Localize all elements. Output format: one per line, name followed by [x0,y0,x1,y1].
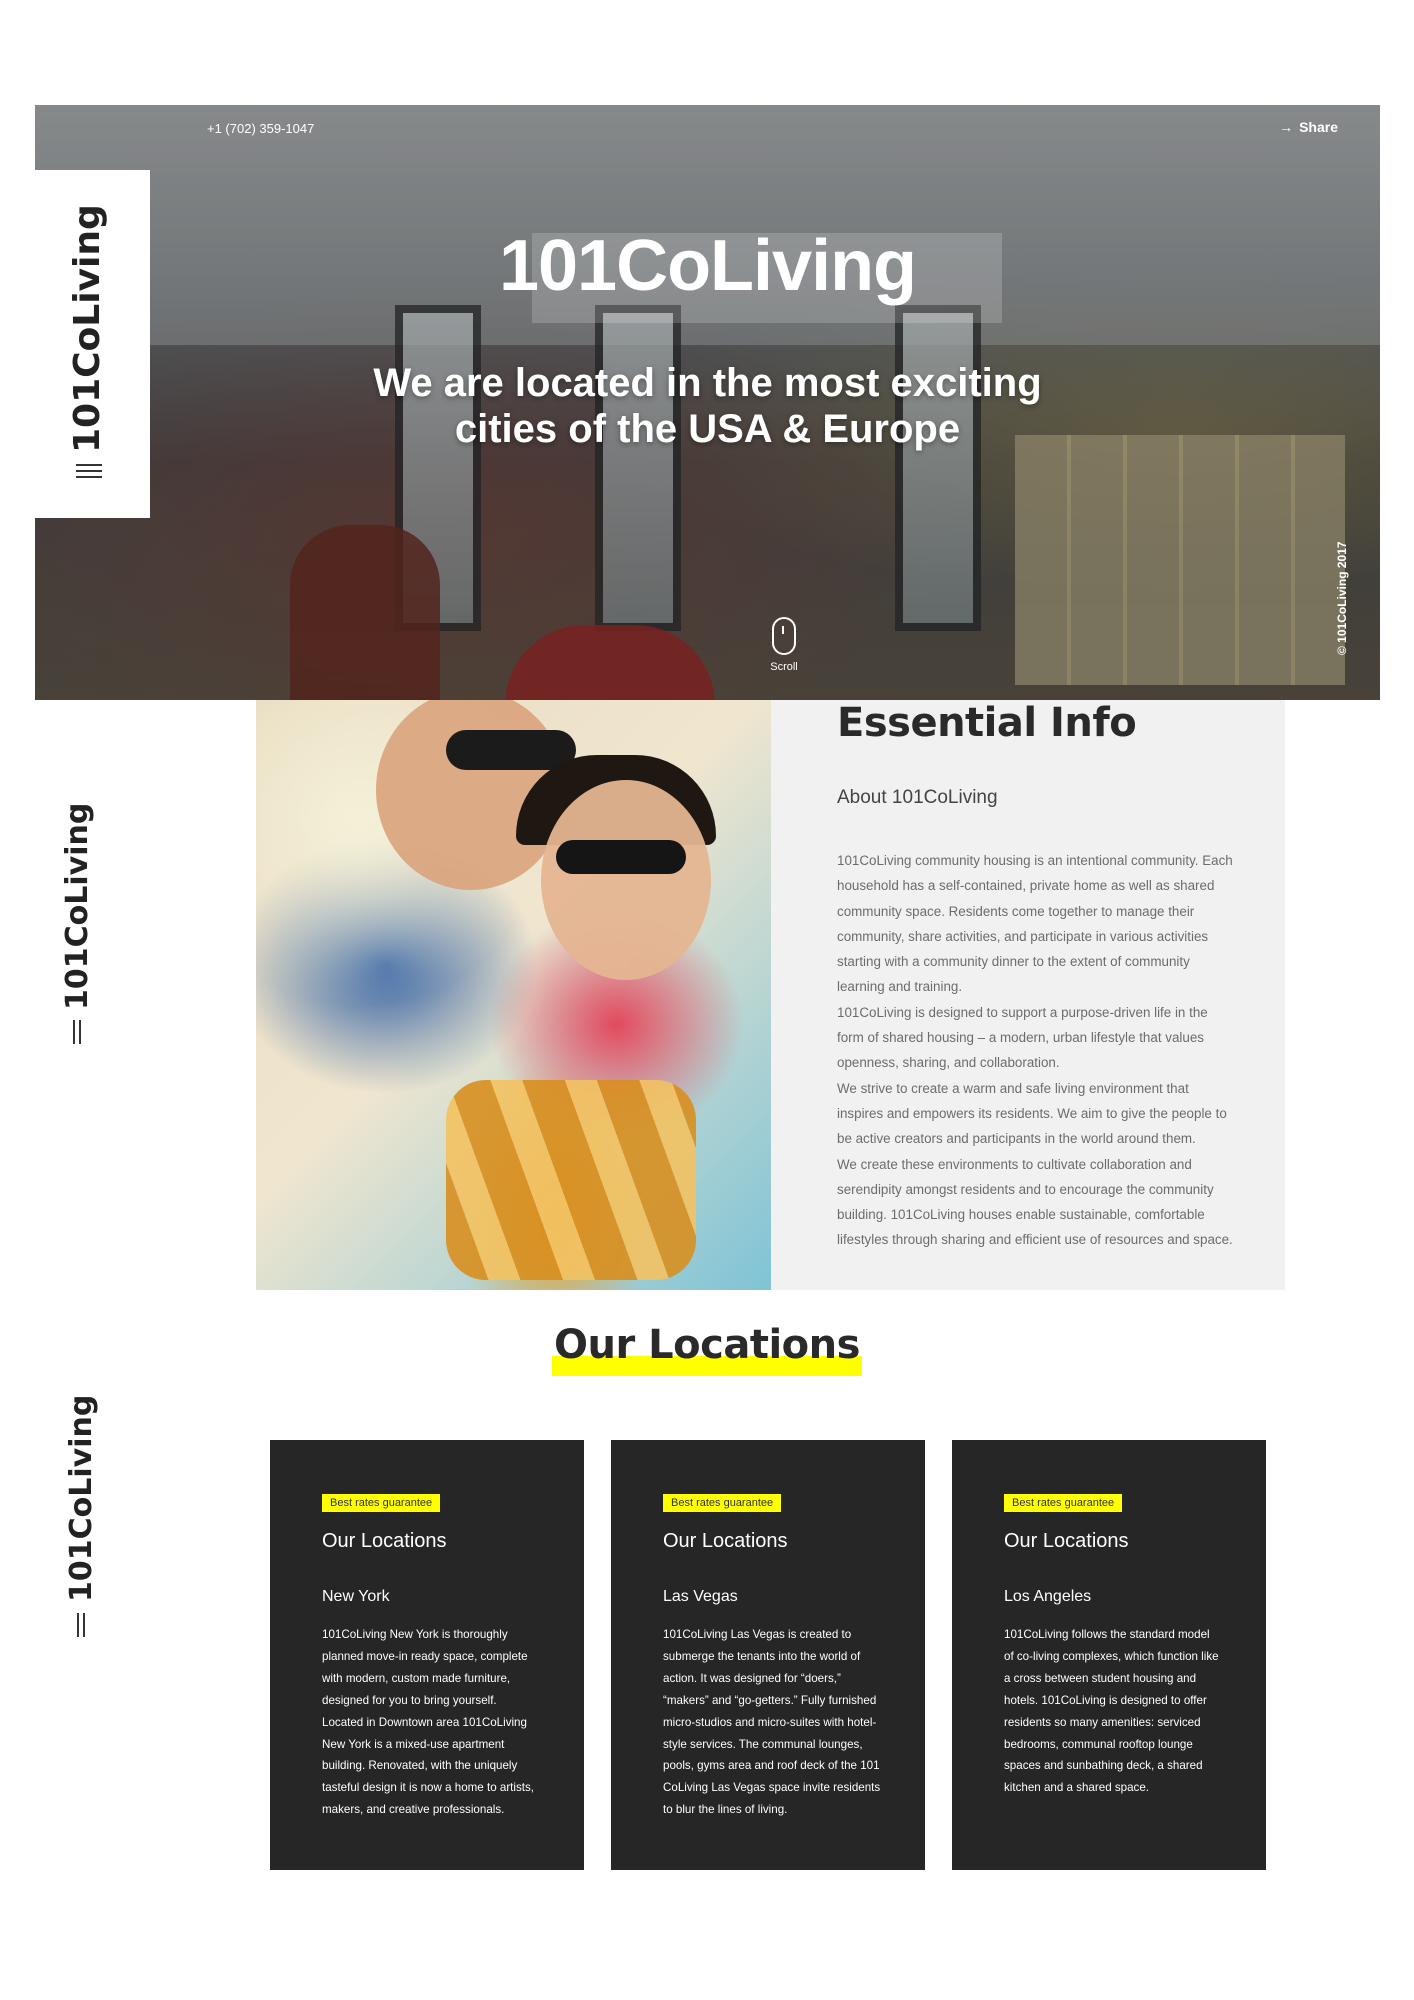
best-rates-badge: Best rates guarantee [663,1494,782,1512]
card-description: 101CoLiving New York is thoroughly plann… [322,1628,535,1817]
location-card-las-vegas[interactable]: Best rates guarantee Our Locations Las V… [611,1440,925,1870]
essential-info-panel: Essential Info About 101CoLiving 101CoLi… [771,700,1285,1290]
mouse-icon [772,617,796,655]
best-rates-badge: Best rates guarantee [322,1494,441,1512]
copyright-text: © 101CoLiving 2017 [1335,541,1349,655]
card-title: Our Locations [322,1530,447,1552]
card-title: Our Locations [663,1530,788,1552]
scroll-indicator[interactable]: Scroll [759,617,809,673]
friends-photo [256,700,771,1290]
side-brand-logo: 101CoLiving [64,1394,99,1602]
location-card-new-york[interactable]: Best rates guarantee Our Locations New Y… [270,1440,584,1870]
hamburger-menu-icon[interactable] [76,464,102,478]
about-paragraph: We create these environments to cultivat… [837,1156,1233,1248]
about-paragraph: 101CoLiving is designed to support a pur… [837,1004,1208,1071]
card-title: Our Locations [1004,1530,1129,1552]
about-body: 101CoLiving community housing is an inte… [837,848,1237,1253]
hero-subtitle-line: We are located in the most exciting [373,361,1042,405]
card-description: 101CoLiving follows the standard model o… [1004,1628,1219,1795]
logo-menu-box[interactable]: 101CoLiving [35,170,150,518]
hero-section: +1 (702) 359-1047 → Share 101CoLiving We… [35,105,1380,700]
scroll-label: Scroll [770,661,798,673]
side-bars-icon [77,1613,85,1637]
card-city: New York [322,1588,390,1605]
side-bars-icon [73,1020,81,1044]
locations-heading: Our Locations [0,1322,1414,1376]
photo-shape [556,840,686,874]
hero-title: 101CoLiving [498,226,917,306]
phone-link[interactable]: +1 (702) 359-1047 [207,121,314,136]
locations-title: Our Locations [552,1322,862,1376]
photo-shape [541,780,711,980]
side-brand-logo: 101CoLiving [60,802,95,1010]
share-label: Share [1299,119,1338,135]
share-button[interactable]: → Share [1279,119,1338,135]
brand-logo[interactable]: 101CoLiving [67,204,108,453]
location-card-los-angeles[interactable]: Best rates guarantee Our Locations Los A… [952,1440,1266,1870]
card-city: Las Vegas [663,1588,738,1605]
essential-info-title: Essential Info [837,700,1137,746]
card-city: Los Angeles [1004,1588,1092,1605]
hero-subtitle: We are located in the most exciting citi… [35,360,1380,452]
photo-shape [446,1080,696,1280]
about-paragraph: We strive to create a warm and safe livi… [837,1080,1227,1147]
about-subtitle: About 101CoLiving [837,787,998,808]
arrow-right-icon: → [1279,119,1294,135]
about-paragraph: 101CoLiving community housing is an inte… [837,853,1233,995]
photo-shape [446,730,576,770]
hero-subtitle-line: cities of the USA & Europe [454,407,961,451]
best-rates-badge: Best rates guarantee [1004,1494,1123,1512]
card-description: 101CoLiving Las Vegas is created to subm… [663,1628,881,1817]
